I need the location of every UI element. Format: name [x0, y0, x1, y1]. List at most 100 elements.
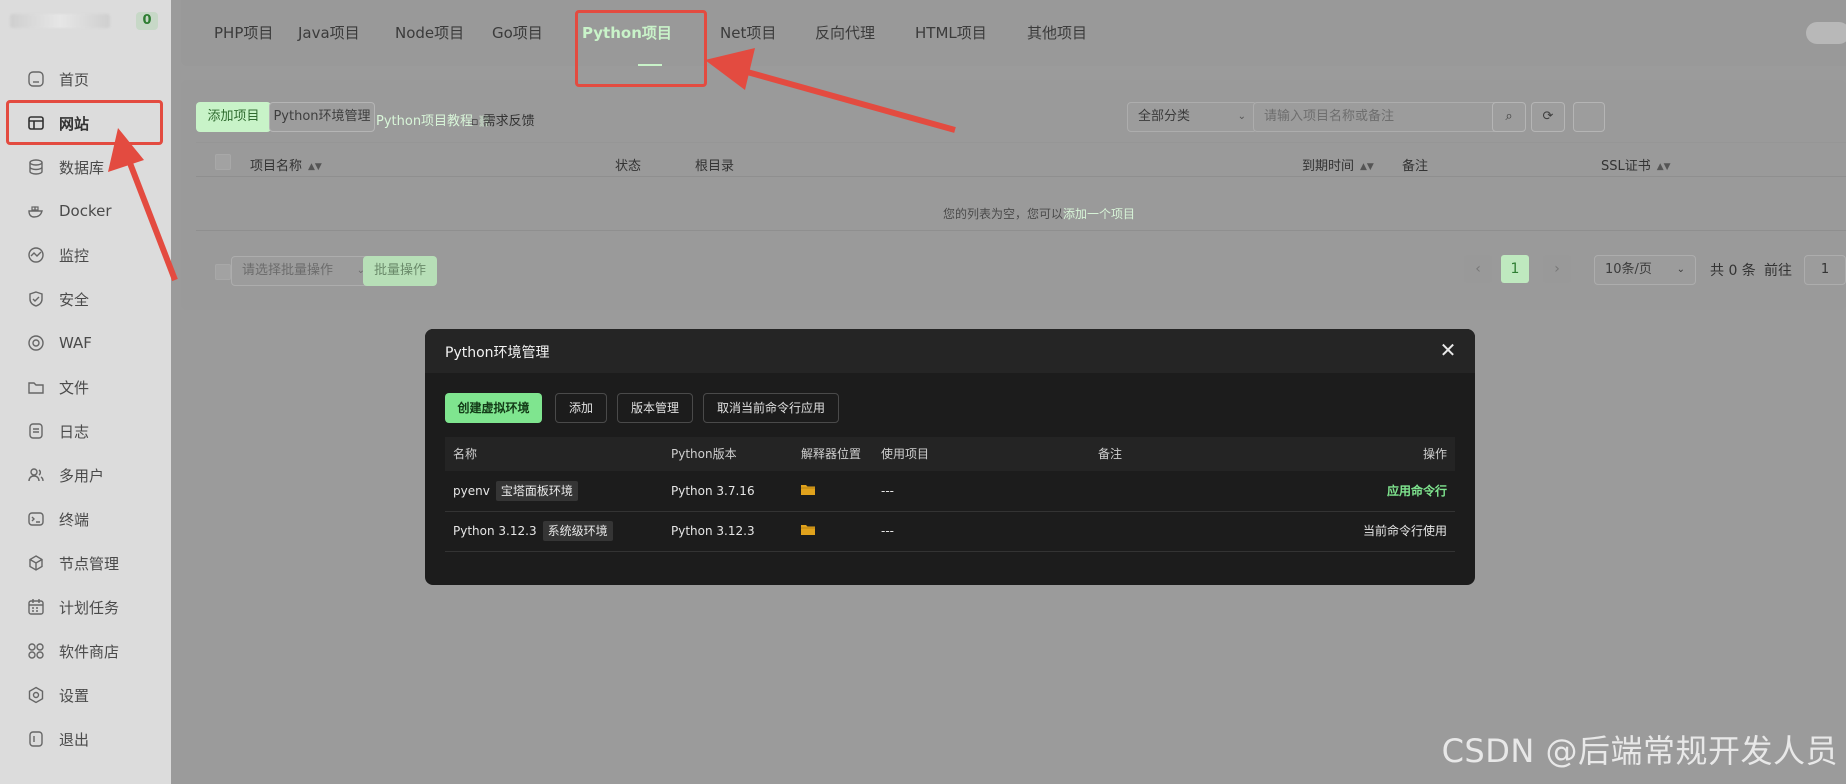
current-cli-status: 当前命令行使用 [1362, 524, 1447, 538]
sidebar-item-settings[interactable]: 设置 [0, 673, 171, 717]
column-header-expire[interactable]: 到期时间 ▲▼ [1302, 155, 1374, 174]
column-header-ssl-label: SSL证书 [1601, 159, 1651, 174]
prev-page-button[interactable]: ‹ [1464, 255, 1492, 283]
sidebar-item-label: 设置 [59, 686, 90, 705]
sidebar-item-store[interactable]: 软件商店 [0, 629, 171, 673]
tab-java[interactable]: Java项目 [298, 0, 360, 66]
modal-title: Python环境管理 [445, 345, 550, 361]
folder-icon [27, 378, 45, 396]
column-header-name[interactable]: 项目名称 ▲▼ [250, 155, 322, 174]
chevron-down-icon: ⌄ [1237, 111, 1246, 122]
table-row: pyenv 宝塔面板环境 Python 3.7.16 --- 应用命令行 [445, 471, 1455, 512]
version-management-button[interactable]: 版本管理 [617, 393, 693, 423]
page-size-value: 10条/页 [1605, 262, 1652, 277]
batch-action-select[interactable]: 请选择批量操作 ⌄ [231, 256, 376, 286]
search-input[interactable]: 请输入项目名称或备注 [1253, 102, 1501, 132]
env-tag: 宝塔面板环境 [495, 481, 578, 501]
column-header-ssl[interactable]: SSL证书 ▲▼ [1601, 155, 1671, 174]
calendar-icon [27, 598, 45, 616]
refresh-icon: ⟳ [1542, 109, 1554, 124]
column-header-expire-label: 到期时间 [1302, 159, 1355, 174]
select-all-checkbox[interactable] [215, 154, 231, 170]
chevron-left-icon: ‹ [1475, 261, 1481, 277]
sort-icon: ▲▼ [308, 162, 322, 172]
sidebar-item-label: 退出 [59, 730, 90, 749]
goto-label: 前往 [1764, 263, 1792, 279]
empty-list-prefix: 您的列表为空，您可以 [943, 207, 1064, 221]
sidebar-item-label: 节点管理 [59, 554, 120, 573]
watermark: CSDN @后端常规开发人员 [1441, 732, 1838, 770]
sidebar-item-nodes[interactable]: 节点管理 [0, 541, 171, 585]
terminal-icon [27, 510, 45, 528]
sidebar-item-label: 多用户 [59, 466, 105, 485]
env-col-note: 备注 [1098, 447, 1123, 461]
search-button[interactable]: ⌕ [1492, 102, 1526, 132]
table-header-divider [196, 176, 1846, 177]
tab-go[interactable]: Go项目 [492, 0, 543, 66]
env-name: pyenv 宝塔面板环境 [453, 471, 578, 511]
folder-icon[interactable] [801, 484, 815, 495]
sidebar-item-waf[interactable]: WAF [0, 321, 171, 365]
project-tabs: PHP项目 Java项目 Node项目 Go项目 Python项目 Net项目 … [181, 0, 1846, 66]
empty-list-message: 您的列表为空，您可以添加一个项目 [943, 205, 1135, 222]
sidebar-item-users[interactable]: 多用户 [0, 453, 171, 497]
folder-icon[interactable] [801, 524, 815, 535]
page-size-select[interactable]: 10条/页 ⌄ [1594, 255, 1696, 285]
sidebar-item-cron[interactable]: 计划任务 [0, 585, 171, 629]
tab-node[interactable]: Node项目 [395, 0, 464, 66]
close-icon[interactable]: ✕ [1437, 339, 1459, 361]
cancel-cli-button[interactable]: 取消当前命令行应用 [703, 393, 839, 423]
env-col-action: 操作 [1422, 447, 1447, 461]
feedback-icon: ▫ [471, 115, 479, 128]
search-placeholder: 请输入项目名称或备注 [1264, 109, 1395, 124]
logout-icon [27, 730, 45, 748]
create-venv-button[interactable]: 创建虚拟环境 [445, 393, 542, 423]
tab-other[interactable]: 其他项目 [1027, 0, 1087, 66]
waf-icon [27, 334, 45, 352]
apply-cli-link[interactable]: 应用命令行 [1387, 471, 1447, 511]
sidebar-item-label: 终端 [59, 510, 90, 529]
refresh-button[interactable]: ⟳ [1531, 102, 1565, 132]
tab-php[interactable]: PHP项目 [214, 0, 273, 66]
sidebar-item-label: 首页 [59, 70, 90, 89]
env-table-header [445, 437, 1455, 471]
sort-icon: ▲▼ [1656, 162, 1671, 172]
python-env-button[interactable]: Python环境管理 [269, 102, 375, 132]
sidebar-item-logs[interactable]: 日志 [0, 409, 171, 453]
sidebar-item-home[interactable]: 首页 [0, 57, 171, 101]
add-project-button[interactable]: 添加项目 [196, 102, 271, 132]
enterprise-badge[interactable] [1806, 22, 1846, 44]
log-icon [27, 422, 45, 440]
category-select[interactable]: 全部分类 ⌄ [1127, 102, 1257, 132]
modal-header: Python环境管理 ✕ [425, 329, 1475, 373]
sidebar-item-label: 计划任务 [59, 598, 120, 617]
sidebar-item-terminal[interactable]: 终端 [0, 497, 171, 541]
env-name: Python 3.12.3 系统级环境 [453, 511, 613, 551]
feedback-link[interactable]: ▫ 需求反馈 [471, 110, 535, 129]
category-select-value: 全部分类 [1138, 109, 1191, 124]
home-icon [27, 70, 45, 88]
sidebar-item-label: 数据库 [59, 158, 105, 177]
users-icon [27, 466, 45, 484]
total-count: 共 0 条 [1710, 263, 1756, 279]
column-header-status: 状态 [615, 159, 642, 174]
add-env-button[interactable]: 添加 [555, 393, 607, 423]
env-projects: --- [881, 484, 894, 498]
next-page-button[interactable]: › [1543, 255, 1571, 283]
goto-page-input[interactable]: 1 [1804, 255, 1846, 285]
annotation-highlight-python-tab [575, 10, 707, 87]
more-button[interactable] [1573, 102, 1605, 132]
settings-icon [27, 686, 45, 704]
sidebar-item-files[interactable]: 文件 [0, 365, 171, 409]
feedback-label: 需求反馈 [482, 114, 535, 129]
sidebar-item-logout[interactable]: 退出 [0, 717, 171, 761]
batch-action-button[interactable]: 批量操作 [363, 256, 437, 286]
add-project-link[interactable]: 添加一个项目 [1063, 207, 1135, 221]
batch-select-checkbox[interactable] [215, 264, 231, 280]
notification-badge[interactable]: 0 [136, 12, 158, 30]
sidebar-item-label: 日志 [59, 422, 90, 441]
page-button-current[interactable]: 1 [1501, 255, 1529, 283]
sidebar-item-label: 安全 [59, 290, 90, 309]
env-col-location: 解释器位置 [801, 447, 862, 461]
env-projects: --- [881, 524, 894, 538]
